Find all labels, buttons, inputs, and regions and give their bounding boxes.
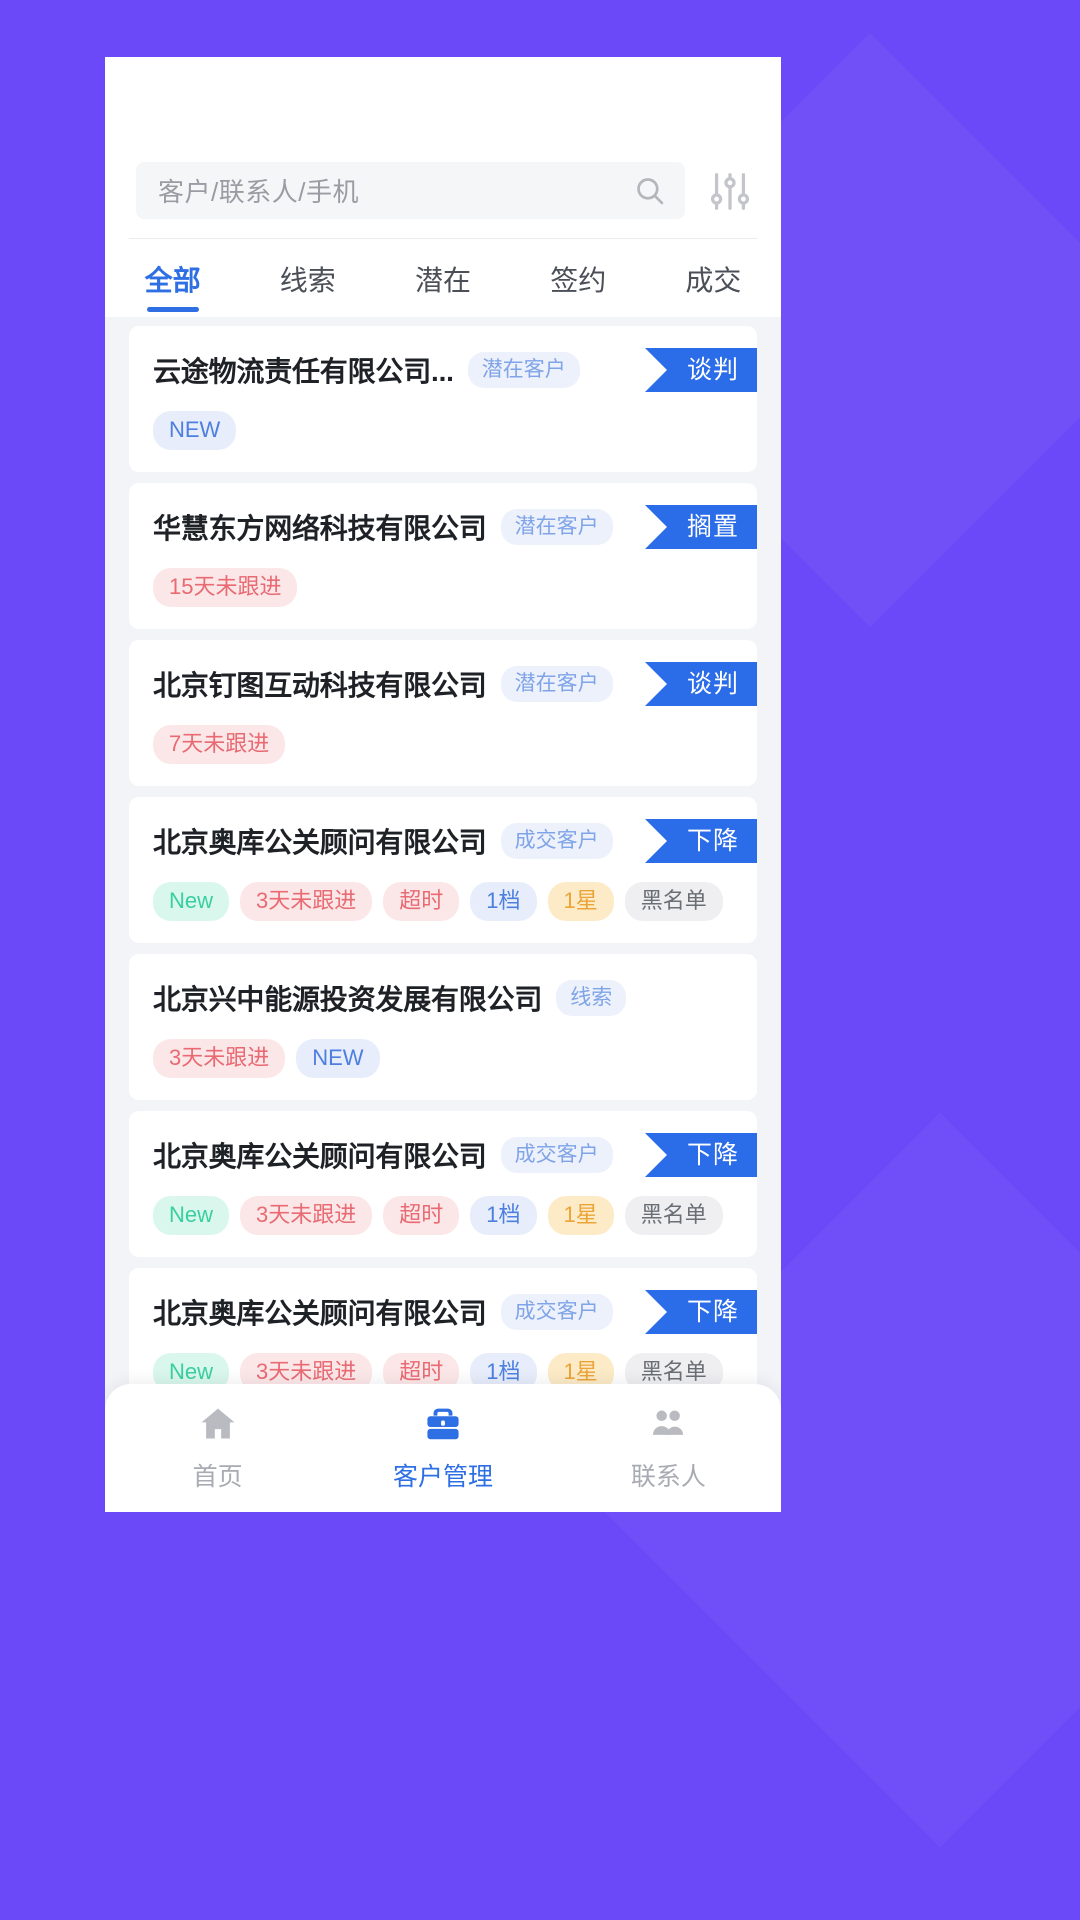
tab-label: 全部	[145, 265, 201, 296]
tab-label: 成交	[685, 265, 741, 296]
customer-name: 北京兴中能源投资发展有限公司	[153, 978, 542, 1018]
customer-name: 北京钉图互动科技有限公司	[153, 664, 487, 704]
briefcase-icon	[422, 1403, 464, 1445]
nav-label: 客户管理	[393, 1457, 493, 1493]
status-tag: 1档	[470, 882, 536, 921]
tab-label: 签约	[550, 265, 606, 296]
nav-label: 联系人	[631, 1457, 706, 1493]
customer-card[interactable]: 北京兴中能源投资发展有限公司线索 3天未跟进 NEW	[129, 954, 757, 1100]
tag-row: New 3天未跟进超时 1档 1星黑名单	[129, 862, 757, 921]
status-tag: New	[153, 882, 229, 921]
status-tag: 3天未跟进	[240, 882, 372, 921]
status-tag: 7天未跟进	[153, 725, 285, 764]
status-tag: NEW	[153, 411, 236, 450]
customer-card-header: 北京兴中能源投资发展有限公司线索	[129, 977, 757, 1019]
customer-stage-badge: 成交客户	[501, 1294, 613, 1330]
status-tag: 3天未跟进	[153, 1039, 285, 1078]
nav-label: 首页	[193, 1457, 243, 1493]
search-icon[interactable]	[633, 174, 667, 208]
tag-row: 7天未跟进	[129, 705, 757, 764]
customer-stage-badge: 成交客户	[501, 823, 613, 859]
customer-stage-badge: 线索	[556, 980, 626, 1016]
customer-stage-badge: 成交客户	[501, 1137, 613, 1173]
tab-all[interactable]: 全部	[105, 257, 240, 299]
customer-name: 云途物流责任有限公司...	[153, 350, 454, 390]
status-tag: 黑名单	[625, 1196, 723, 1235]
status-tag: 3天未跟进	[240, 1196, 372, 1235]
nav-item-contacts[interactable]: 联系人	[556, 1403, 781, 1493]
tag-row: NEW	[129, 391, 757, 450]
status-tag: 15天未跟进	[153, 568, 297, 607]
customer-list[interactable]: 云途物流责任有限公司...潜在客户谈判NEW华慧东方网络科技有限公司潜在客户搁置…	[105, 317, 781, 1417]
customer-name: 华慧东方网络科技有限公司	[153, 507, 487, 547]
tab-label: 线索	[280, 265, 336, 296]
tab-active-underline	[147, 307, 199, 312]
status-tag: 超时	[383, 1196, 459, 1235]
tag-row: 15天未跟进	[129, 548, 757, 607]
filter-sliders-icon[interactable]	[707, 168, 753, 214]
customer-card[interactable]: 北京钉图互动科技有限公司潜在客户谈判7天未跟进	[129, 640, 757, 786]
search-placeholder: 客户/联系人/手机	[158, 172, 633, 209]
tag-row: 3天未跟进 NEW	[129, 1019, 757, 1078]
search-input[interactable]: 客户/联系人/手机	[136, 162, 685, 219]
customer-card[interactable]: 北京奥库公关顾问有限公司成交客户下降New3天未跟进超时1档1星黑名单	[129, 1111, 757, 1257]
customer-name: 北京奥库公关顾问有限公司	[153, 821, 487, 861]
customer-card[interactable]: 北京奥库公关顾问有限公司成交客户下降New3天未跟进超时1档1星黑名单	[129, 797, 757, 943]
status-tag: New	[153, 1196, 229, 1235]
nav-item-home[interactable]: 首页	[105, 1403, 330, 1493]
customer-stage-badge: 潜在客户	[468, 352, 580, 388]
phone-screen: 客户/联系人/手机 全部	[105, 57, 781, 1512]
customer-name: 北京奥库公关顾问有限公司	[153, 1135, 487, 1175]
tab-potential[interactable]: 潜在	[375, 257, 510, 299]
home-icon	[197, 1403, 239, 1445]
status-tag: 超时	[383, 882, 459, 921]
tag-row: New 3天未跟进超时 1档 1星黑名单	[129, 1176, 757, 1235]
search-row: 客户/联系人/手机	[105, 143, 781, 238]
customer-card[interactable]: 云途物流责任有限公司...潜在客户谈判NEW	[129, 326, 757, 472]
tab-closed[interactable]: 成交	[646, 257, 781, 299]
tab-bar: 全部 线索 潜在 签约 成交	[105, 239, 781, 317]
tab-signed[interactable]: 签约	[511, 257, 646, 299]
tab-leads[interactable]: 线索	[240, 257, 375, 299]
status-tag: 1星	[548, 1196, 614, 1235]
tab-label: 潜在	[415, 265, 471, 296]
people-icon	[647, 1403, 689, 1445]
customer-stage-badge: 潜在客户	[501, 509, 613, 545]
status-tag: 黑名单	[625, 882, 723, 921]
customer-card[interactable]: 华慧东方网络科技有限公司潜在客户搁置15天未跟进	[129, 483, 757, 629]
nav-item-customer-management[interactable]: 客户管理	[330, 1403, 555, 1493]
bottom-nav: 首页 客户管理 联系人	[105, 1384, 781, 1512]
status-tag: 1星	[548, 882, 614, 921]
customer-name: 北京奥库公关顾问有限公司	[153, 1292, 487, 1332]
status-tag: NEW	[296, 1039, 379, 1078]
status-tag: 1档	[470, 1196, 536, 1235]
customer-stage-badge: 潜在客户	[501, 666, 613, 702]
